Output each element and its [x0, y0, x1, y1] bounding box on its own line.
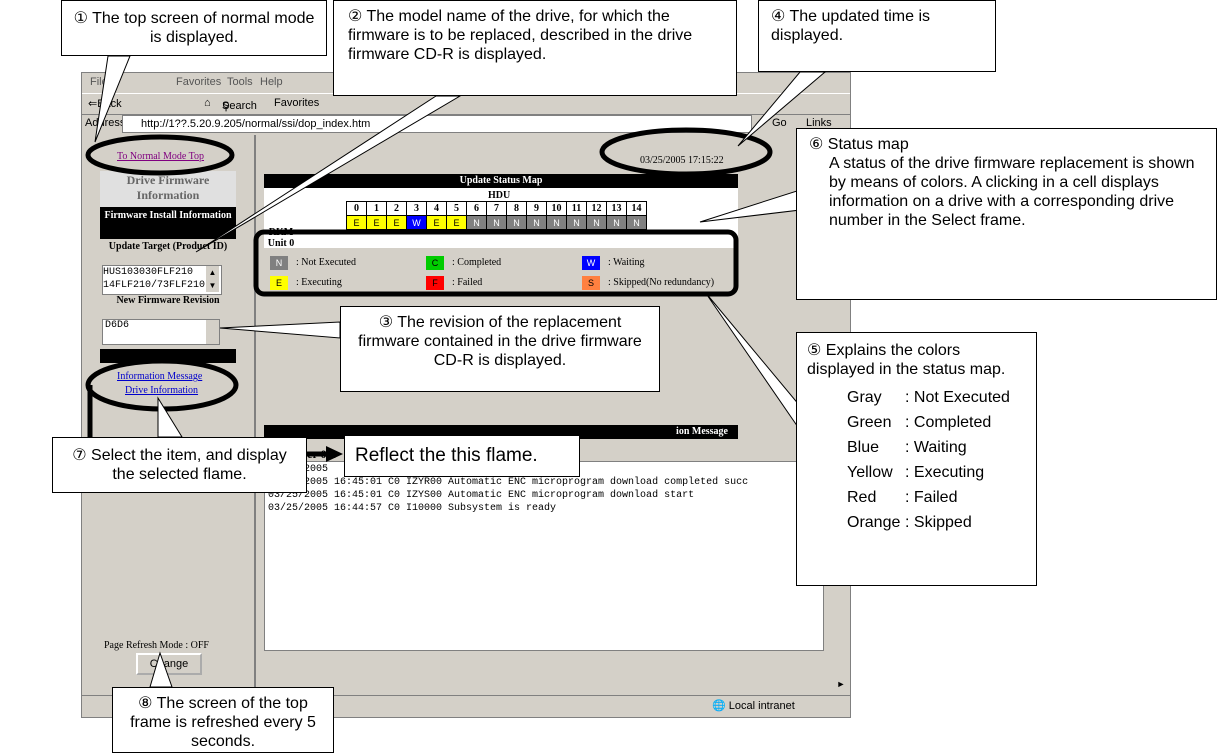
legend-color-name: Yellow: [847, 464, 893, 481]
callout-normal-mode-top: ① The top screen of normal mode is displ…: [61, 0, 327, 56]
callout-legend-row: Blue : Waiting: [807, 435, 1026, 460]
pointer-c2: [195, 95, 462, 253]
callout-legend-row: Yellow : Executing: [807, 460, 1026, 485]
callout-legend-row: Orange: Skipped: [807, 510, 1026, 535]
callout-updated-time: ④ The updated time is displayed.: [758, 0, 996, 72]
callout-status-map: ⑥ Status map A status of the drive firmw…: [796, 128, 1217, 300]
frame-legend: [253, 229, 739, 297]
reflect-arrowhead: [326, 446, 343, 462]
callout-legend-row: Gray : Not Executed: [807, 385, 1026, 410]
legend-meaning: : Waiting: [905, 439, 967, 456]
oval-timestamp: [599, 127, 773, 177]
callout-legend-row: Green : Completed: [807, 410, 1026, 435]
oval-nav-links: [85, 358, 239, 412]
callout-color-legend: ⑤ Explains the colors displayed in the s…: [796, 332, 1037, 586]
callout-legend-rows: Gray : Not Executed Green : Completed Blue : …: [807, 385, 1026, 535]
callout-legend-row: Red : Failed: [807, 485, 1026, 510]
callout-status-map-title: ⑥ Status map: [809, 136, 909, 153]
callout-status-map-body: A status of the drive firmware replaceme…: [829, 155, 1195, 229]
legend-color-name: Green: [847, 414, 892, 431]
callout-refresh: ⑧ The screen of the top frame is refresh…: [112, 687, 334, 753]
callout-revision: ③ The revision of the replacement firmwa…: [340, 306, 660, 392]
legend-color-name: Gray: [847, 389, 882, 406]
legend-color-name: Orange: [847, 514, 901, 531]
legend-meaning: : Completed: [905, 414, 992, 431]
callout-legend-title: ⑤ Explains the colors displayed in the s…: [807, 342, 1006, 378]
legend-color-name: Red: [847, 489, 877, 506]
pointer-c3: [219, 321, 341, 339]
legend-meaning: : Failed: [905, 489, 958, 506]
legend-color-name: Blue: [847, 439, 880, 456]
callout-reflect-frame: Reflect the this flame.: [344, 435, 580, 477]
oval-normal-mode-link: [85, 134, 235, 176]
legend-meaning: : Executing: [905, 464, 985, 481]
legend-meaning: : Skipped: [905, 514, 972, 531]
legend-meaning: : Not Executed: [905, 389, 1010, 406]
callout-select-item: ⑦ Select the item, and display the selec…: [52, 437, 307, 493]
pointer-c1: [94, 55, 131, 143]
pointer-c6: [699, 189, 801, 223]
callout-model-name: ② The model name of the drive, for which…: [333, 0, 737, 96]
pointer-c7: [157, 396, 183, 438]
pointer-c8: [149, 651, 173, 688]
